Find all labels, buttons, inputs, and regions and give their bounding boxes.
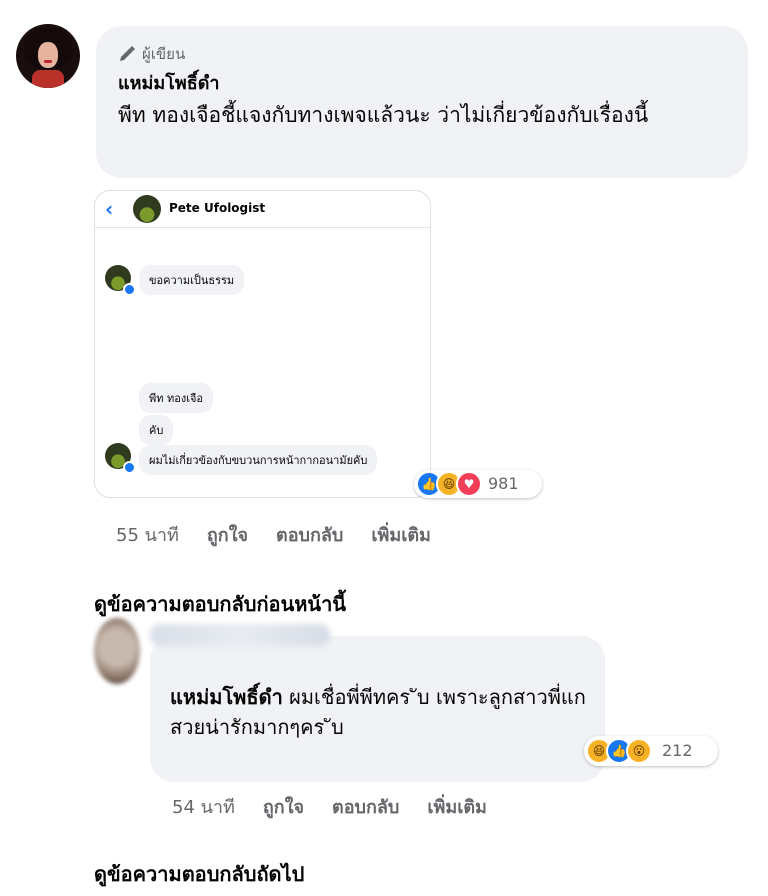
- reaction-count: 212: [662, 741, 693, 760]
- reply-author-name-blurred[interactable]: [150, 624, 330, 646]
- screenshot-page-name: Pete Ufologist: [169, 201, 266, 215]
- reply-actions: 54 นาที ถูกใจ ตอบกลับ เพิ่มเติม: [172, 792, 487, 821]
- mention-tag[interactable]: แหม่มโพธิ์ดำ: [170, 685, 283, 709]
- view-previous-replies-link[interactable]: ดูข้อความตอบกลับก่อนหน้านี้: [94, 588, 346, 620]
- chat-message: ผมไม่เกี่ยวข้องกับขบวนการหน้ากากอนามัยคั…: [139, 445, 378, 475]
- wow-reaction-icon: 😮: [626, 738, 652, 764]
- chat-message: ขอความเป็นธรรม: [139, 265, 245, 295]
- pen-icon: [120, 46, 135, 61]
- page-avatar: [133, 195, 161, 223]
- chat-message: คับ: [139, 415, 174, 445]
- more-action[interactable]: เพิ่มเติม: [371, 520, 431, 549]
- online-dot-icon: [123, 461, 136, 474]
- comment-timestamp[interactable]: 55 นาที: [116, 520, 179, 549]
- comment-author-name[interactable]: แหม่มโพธิ์ดำ: [118, 68, 220, 97]
- reply-action[interactable]: ตอบกลับ: [332, 792, 399, 821]
- reaction-summary[interactable]: 👍 😆 ♥ 981: [414, 470, 542, 498]
- view-next-replies-link[interactable]: ดูข้อความตอบกลับถัดไป: [94, 858, 304, 890]
- reply-avatar[interactable]: [94, 618, 140, 684]
- like-action[interactable]: ถูกใจ: [263, 792, 304, 821]
- comment-text: พีท ทองเจือชี้แจงกับทางเพจแล้วนะ ว่าไม่เ…: [118, 103, 649, 127]
- commenter-avatar[interactable]: [16, 24, 80, 88]
- comment-actions: 55 นาที ถูกใจ ตอบกลับ เพิ่มเติม: [116, 520, 431, 549]
- reply-action[interactable]: ตอบกลับ: [276, 520, 343, 549]
- reply-timestamp[interactable]: 54 นาที: [172, 792, 235, 821]
- back-chevron-icon: ‹: [105, 197, 114, 221]
- attached-screenshot[interactable]: ‹ Pete Ufologist ขอความเป็นธรรม พีท ทองเ…: [94, 190, 431, 498]
- author-badge-label: ผู้เขียน: [142, 45, 186, 63]
- author-badge: ผู้เขียน: [118, 42, 185, 66]
- online-dot-icon: [123, 283, 136, 296]
- more-action[interactable]: เพิ่มเติม: [427, 792, 487, 821]
- reply-text: แหม่มโพธิ์ดำ ผมเชื่อพี่พีทคร ับ เพราะลูก…: [170, 682, 590, 742]
- reply-reaction-summary[interactable]: 😆 👍 😮 212: [584, 736, 718, 766]
- chat-message: พีท ทองเจือ: [139, 383, 214, 413]
- screenshot-header: ‹ Pete Ufologist: [95, 191, 430, 228]
- love-reaction-icon: ♥: [456, 471, 482, 497]
- like-action[interactable]: ถูกใจ: [207, 520, 248, 549]
- reaction-count: 981: [488, 474, 519, 493]
